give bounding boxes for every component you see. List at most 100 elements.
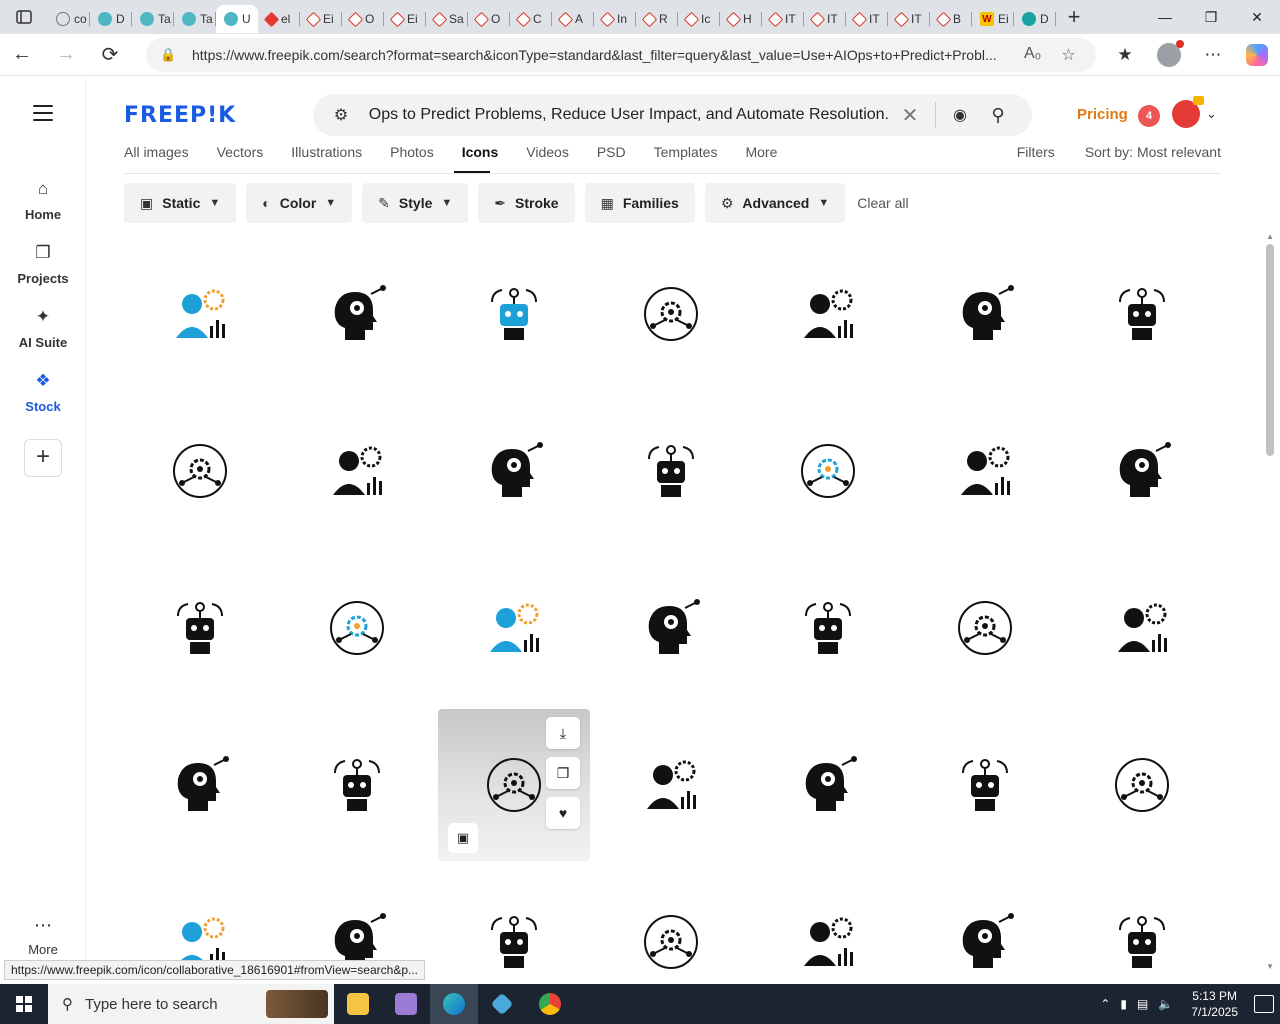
chevron-down-icon[interactable]: ⌄ <box>1206 106 1217 122</box>
tab-all-images[interactable]: All images <box>124 144 189 160</box>
url-text[interactable]: https://www.freepik.com/search?format=se… <box>192 47 1012 63</box>
icon-result-card[interactable] <box>595 866 747 980</box>
download-button[interactable]: ⤓ <box>546 717 580 749</box>
copy-button[interactable]: ❐ <box>546 757 580 789</box>
icon-result-card[interactable] <box>909 866 1061 980</box>
clear-search-icon[interactable]: ✕ <box>889 103 931 128</box>
restore-button[interactable]: ❐ <box>1188 0 1234 34</box>
filter-stroke[interactable]: ✒ Stroke <box>478 183 575 223</box>
scroll-up-arrow[interactable]: ▲ <box>1266 232 1274 241</box>
profile-button[interactable] <box>1154 40 1184 70</box>
taskbar-app-paint[interactable] <box>382 984 430 1024</box>
clear-all-button[interactable]: Clear all <box>857 195 908 211</box>
browser-tab[interactable]: R <box>636 5 678 33</box>
browser-tab[interactable]: Ic <box>678 5 720 33</box>
filters-toggle[interactable]: Filters <box>1017 144 1055 160</box>
taskbar-chrome[interactable] <box>526 984 574 1024</box>
browser-tab[interactable]: el <box>258 5 300 33</box>
browser-tab[interactable]: In <box>594 5 636 33</box>
tab-photos[interactable]: Photos <box>390 144 434 160</box>
clock[interactable]: 5:13 PM 7/1/2025 <box>1191 988 1238 1020</box>
browser-tab[interactable]: co <box>48 5 90 33</box>
icon-result-card[interactable] <box>281 709 433 861</box>
tab-vectors[interactable]: Vectors <box>217 144 264 160</box>
icon-result-card[interactable] <box>124 709 276 861</box>
browser-tab[interactable]: C <box>510 5 552 33</box>
icon-result-card[interactable] <box>752 395 904 547</box>
icon-result-card[interactable]: ⤓ ❐ ♥ ▣ <box>438 709 590 861</box>
icon-result-card[interactable] <box>438 552 590 704</box>
icon-result-card[interactable] <box>1066 238 1218 390</box>
chevron-up-icon[interactable]: ⌃ <box>1100 997 1110 1011</box>
favorites-icon[interactable]: ★ <box>1110 40 1140 70</box>
camera-search-icon[interactable]: ◉ <box>940 105 980 125</box>
browser-tab[interactable]: Ei <box>300 5 342 33</box>
pricing-link[interactable]: Pricing <box>1077 106 1128 123</box>
icon-result-card[interactable] <box>909 709 1061 861</box>
icon-result-card[interactable] <box>1066 709 1218 861</box>
browser-tab[interactable]: IT <box>804 5 846 33</box>
icon-result-card[interactable] <box>752 866 904 980</box>
browser-tab[interactable]: Sa <box>426 5 468 33</box>
page-scrollbar[interactable] <box>1266 244 1274 456</box>
icon-result-card[interactable] <box>595 395 747 547</box>
icon-result-card[interactable] <box>595 552 747 704</box>
forward-button[interactable]: → <box>44 34 88 76</box>
taskbar-app-diamond[interactable] <box>478 984 526 1024</box>
sort-dropdown[interactable]: Sort by: Most relevant <box>1085 144 1221 160</box>
add-button[interactable]: + <box>24 439 62 477</box>
filter-color[interactable]: ◐ Color ▼ <box>246 183 353 223</box>
icon-result-card[interactable] <box>124 395 276 547</box>
rail-item-stock[interactable]: ❖ Stock <box>0 371 86 414</box>
copilot-icon[interactable] <box>1242 40 1272 70</box>
browser-tab[interactable]: IT <box>888 5 930 33</box>
search-input[interactable]: Ops to Predict Problems, Reduce User Imp… <box>369 106 889 124</box>
minimize-button[interactable]: — <box>1142 0 1188 34</box>
icon-result-card[interactable] <box>438 395 590 547</box>
image-search-button[interactable]: ▣ <box>448 823 478 853</box>
browser-tab[interactable]: A <box>552 5 594 33</box>
browser-tab[interactable]: O <box>468 5 510 33</box>
icon-result-card[interactable] <box>1066 866 1218 980</box>
browser-tab[interactable]: W Ei <box>972 5 1014 33</box>
volume-icon[interactable]: 🔈 <box>1158 997 1173 1011</box>
folder-heart-button[interactable]: ♥ <box>546 797 580 829</box>
favorite-star-icon[interactable]: ☆ <box>1061 45 1075 65</box>
rail-item-ai-suite[interactable]: ✦ AI Suite <box>0 307 86 350</box>
icon-result-card[interactable] <box>281 238 433 390</box>
search-options-icon[interactable]: ⚙ <box>313 105 369 125</box>
browser-tab[interactable]: Ei <box>384 5 426 33</box>
browser-tab[interactable]: D <box>90 5 132 33</box>
freepik-logo[interactable]: FREEP!K <box>124 103 236 128</box>
back-button[interactable]: ← <box>0 34 44 76</box>
tab-templates[interactable]: Templates <box>654 144 718 160</box>
icon-result-card[interactable] <box>595 709 747 861</box>
browser-tab[interactable]: D <box>1014 5 1056 33</box>
taskbar-file-explorer[interactable] <box>334 984 382 1024</box>
browser-tab[interactable]: B <box>930 5 972 33</box>
tab-actions-button[interactable] <box>0 0 48 34</box>
icon-result-card[interactable] <box>752 238 904 390</box>
icon-result-card[interactable] <box>752 709 904 861</box>
network-icon[interactable]: ▤ <box>1137 997 1148 1011</box>
close-window-button[interactable]: ✕ <box>1234 0 1280 34</box>
tab-psd[interactable]: PSD <box>597 144 626 160</box>
browser-tab[interactable]: Ta <box>174 5 216 33</box>
icon-result-card[interactable] <box>1066 552 1218 704</box>
read-aloud-icon[interactable]: A₀ <box>1024 45 1041 65</box>
icon-result-card[interactable] <box>909 552 1061 704</box>
browser-tab[interactable]: O <box>342 5 384 33</box>
scroll-down-arrow[interactable]: ▼ <box>1266 962 1274 971</box>
taskbar-search[interactable]: ⚲ Type here to search <box>48 984 334 1024</box>
user-avatar[interactable] <box>1172 96 1204 128</box>
filter-style[interactable]: ✎ Style ▼ <box>362 183 469 223</box>
rail-item-home[interactable]: ⌂ Home <box>0 179 86 222</box>
tab-icons[interactable]: Icons <box>462 144 499 160</box>
browser-tab[interactable]: IT <box>846 5 888 33</box>
icon-result-card[interactable] <box>124 238 276 390</box>
notification-badge[interactable]: 4 <box>1138 105 1160 127</box>
browser-tab[interactable]: U✕ <box>216 5 258 33</box>
icon-result-card[interactable] <box>752 552 904 704</box>
settings-more-icon[interactable]: ⋯ <box>1198 40 1228 70</box>
browser-tab[interactable]: Ta <box>132 5 174 33</box>
